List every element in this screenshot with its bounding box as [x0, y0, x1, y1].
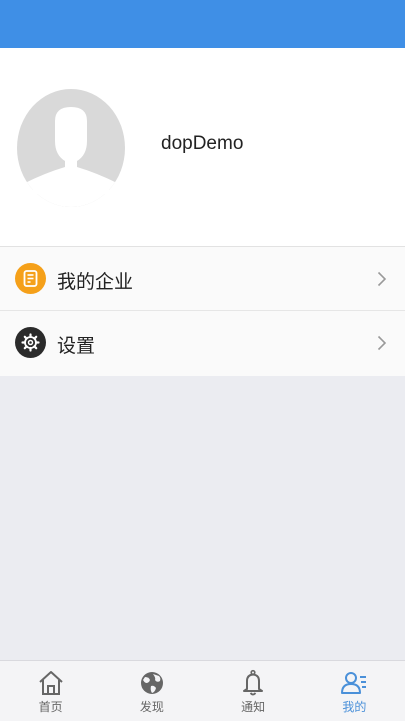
tab-discover[interactable]: 发现 — [101, 661, 202, 721]
menu-list: 我的企业 设置 — [0, 246, 405, 376]
profile-section: dopDemo — [0, 48, 405, 246]
default-avatar-icon — [17, 89, 125, 207]
menu-item-enterprise[interactable]: 我的企业 — [0, 247, 405, 311]
bottom-tab-bar: 首页 发现 通知 我的 — [0, 660, 405, 721]
tab-profile[interactable]: 我的 — [304, 661, 405, 721]
status-header-bar — [0, 0, 405, 48]
globe-icon — [138, 669, 166, 697]
menu-item-label: 我的企业 — [57, 271, 134, 293]
tab-home[interactable]: 首页 — [0, 661, 101, 721]
user-list-icon — [340, 669, 368, 697]
avatar[interactable] — [17, 89, 125, 207]
username: dopDemo — [161, 133, 244, 154]
tab-label: 我的 — [342, 700, 367, 714]
tab-label: 发现 — [139, 700, 164, 714]
tab-label: 首页 — [38, 700, 63, 714]
chevron-right-icon — [377, 335, 387, 351]
tab-label: 通知 — [241, 700, 266, 714]
menu-item-settings[interactable]: 设置 — [0, 311, 405, 376]
bell-icon — [239, 669, 267, 697]
chevron-right-icon — [377, 271, 387, 287]
gear-icon — [15, 327, 46, 358]
menu-item-label: 设置 — [57, 335, 96, 357]
tab-notifications[interactable]: 通知 — [203, 661, 304, 721]
home-icon — [37, 669, 65, 697]
document-icon — [15, 263, 46, 294]
